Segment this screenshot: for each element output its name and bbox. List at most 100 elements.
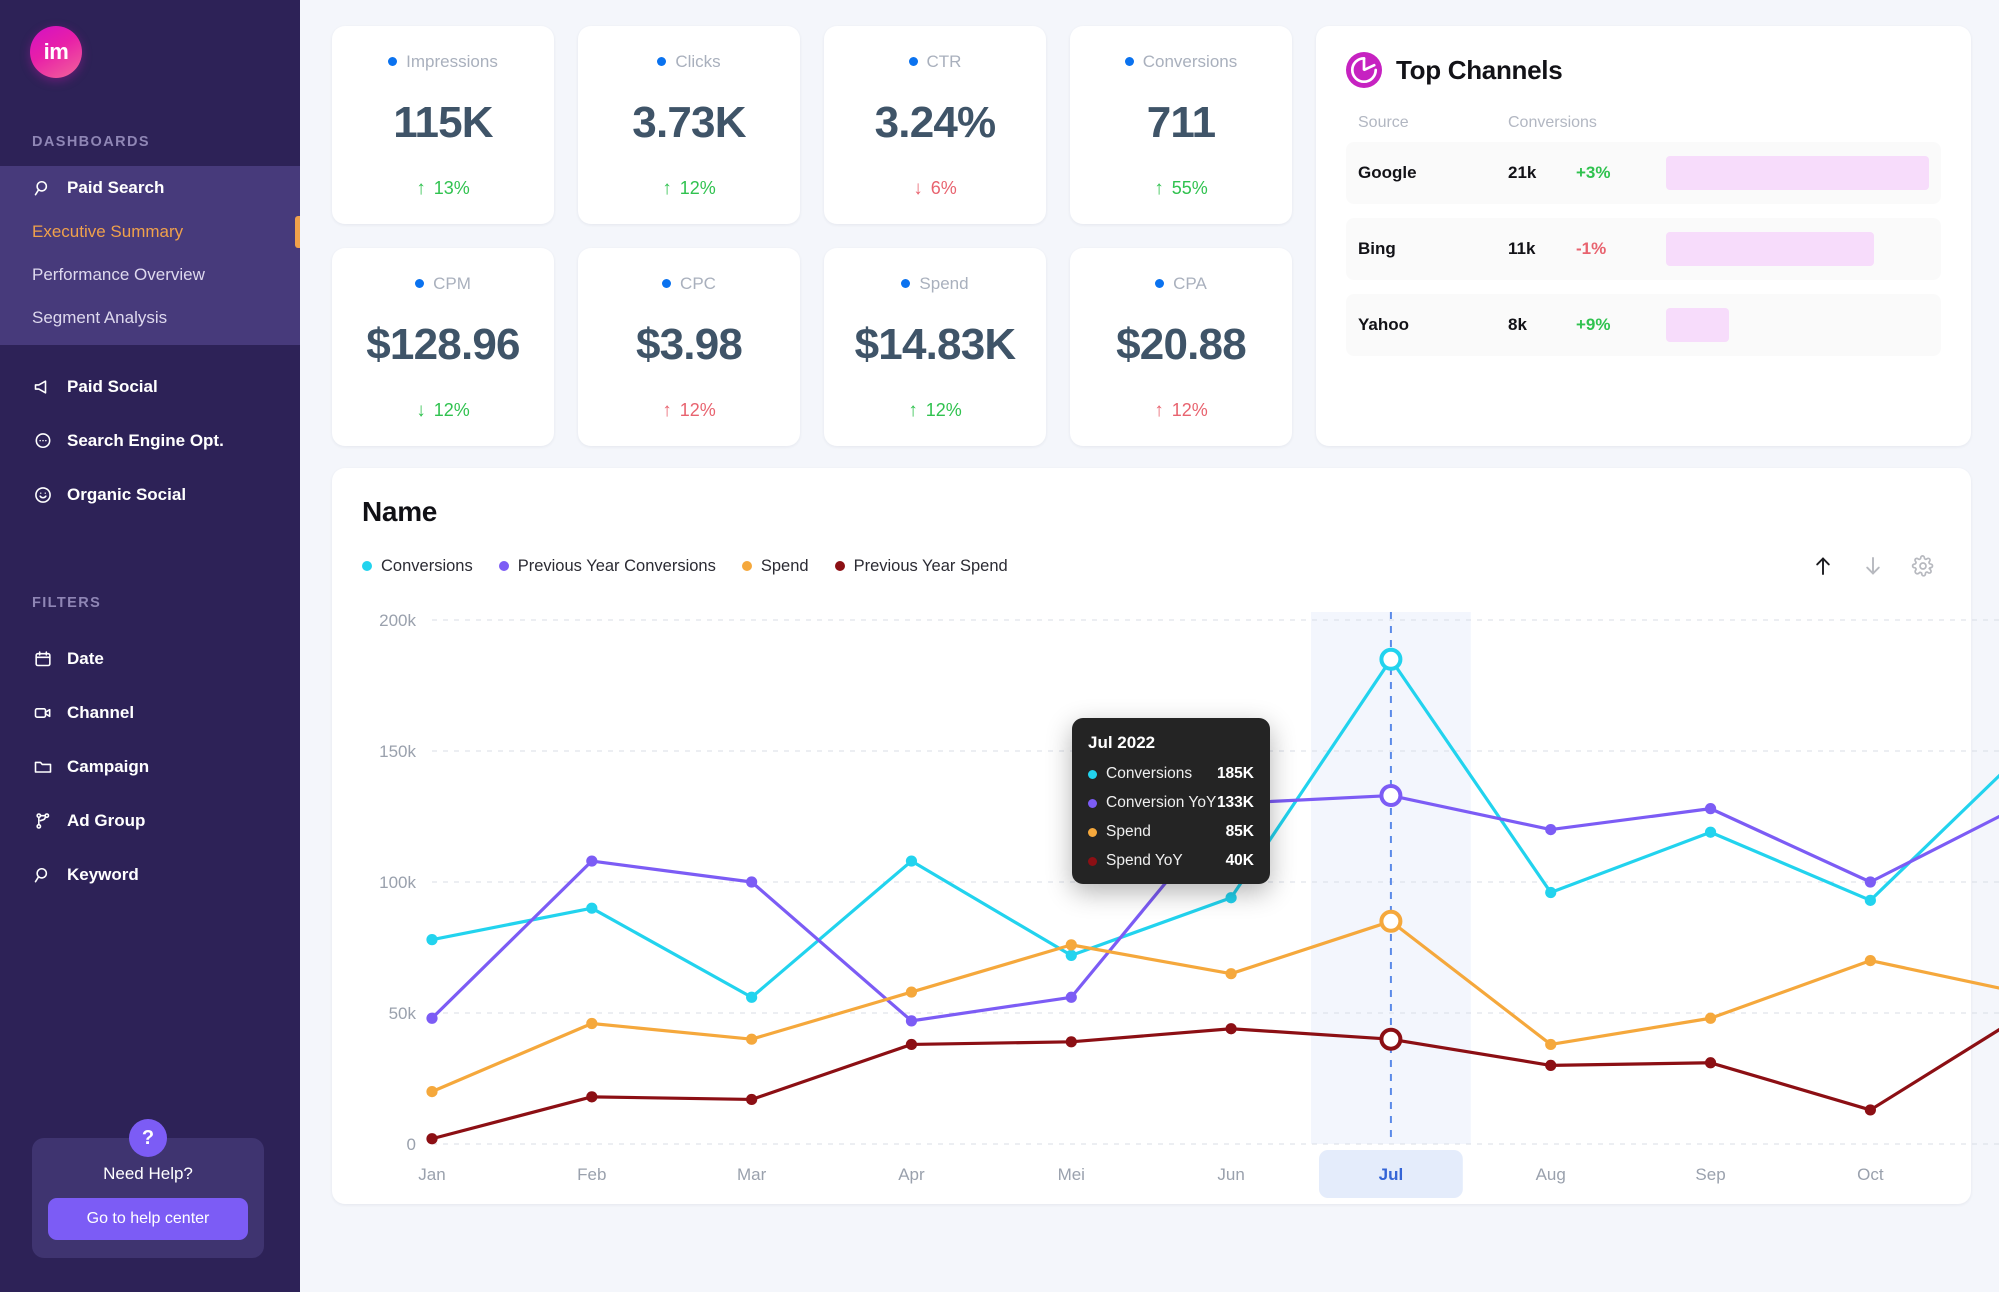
sidebar-subitem-executive-summary[interactable]: Executive Summary xyxy=(0,210,300,253)
chart-data-point[interactable] xyxy=(1545,886,1557,899)
tooltip-label: Conversions xyxy=(1106,765,1193,782)
chart-data-point[interactable] xyxy=(1545,1038,1557,1051)
chart-active-point[interactable] xyxy=(1379,909,1403,933)
kpi-label: CPC xyxy=(680,273,716,293)
chart-data-point[interactable] xyxy=(586,902,598,914)
chart-data-point[interactable] xyxy=(746,1093,758,1106)
chart-data-point[interactable] xyxy=(1065,1036,1077,1048)
table-row[interactable]: Google 21k +3% xyxy=(1346,142,1941,204)
x-axis-tick-label[interactable]: Aug xyxy=(1536,1165,1566,1184)
chart-data-point[interactable] xyxy=(1864,1104,1876,1116)
sidebar-subitem-segment-analysis[interactable]: Segment Analysis xyxy=(0,296,300,339)
column-header-source: Source xyxy=(1358,114,1409,131)
chart-data-point[interactable] xyxy=(1704,1012,1717,1024)
table-row[interactable]: Yahoo 8k +9% xyxy=(1346,294,1941,356)
x-axis-tick-label[interactable]: Jul xyxy=(1379,1165,1404,1184)
sort-ascending-icon[interactable] xyxy=(1811,554,1835,578)
sort-descending-icon[interactable] xyxy=(1861,554,1885,578)
legend-item-spend[interactable]: Spend xyxy=(741,557,809,576)
chart-data-point[interactable] xyxy=(1704,826,1717,838)
sidebar-filter-date[interactable]: Date xyxy=(0,637,300,681)
tooltip-row: Conversion YoY 133K xyxy=(1088,794,1254,812)
chart-data-point[interactable] xyxy=(1704,1057,1717,1069)
chart-data-point[interactable] xyxy=(746,991,758,1003)
arrow-down-icon: ↓ xyxy=(913,177,923,199)
table-row[interactable]: Bing 11k -1% xyxy=(1346,218,1941,280)
chart-data-point[interactable] xyxy=(1065,991,1077,1003)
sidebar-subitem-performance-overview[interactable]: Performance Overview xyxy=(0,253,300,296)
kpi-card-ctr[interactable]: CTR 3.24% ↓ 6% xyxy=(824,26,1046,224)
chart-data-point[interactable] xyxy=(1225,1023,1237,1035)
chart-data-point[interactable] xyxy=(1864,876,1876,888)
metric-dot-icon xyxy=(388,57,398,66)
chart-data-point[interactable] xyxy=(746,876,758,888)
chart-data-point[interactable] xyxy=(905,1038,918,1051)
top-channels-column-headers: Source Conversions xyxy=(1346,114,1941,142)
kpi-card-cpc[interactable]: CPC $3.98 ↑ 12% xyxy=(578,248,800,446)
kpi-label-row: CPA xyxy=(1155,274,1207,294)
kpi-card-impressions[interactable]: Impressions 115K ↑ 13% xyxy=(332,26,554,224)
chart-data-point[interactable] xyxy=(586,855,598,867)
chart-data-point[interactable] xyxy=(905,986,918,998)
x-axis-tick-label[interactable]: Sep xyxy=(1695,1165,1725,1184)
legend-swatch-icon xyxy=(834,561,845,571)
legend-item-previous-year-spend[interactable]: Previous Year Spend xyxy=(834,557,1008,576)
chart-series-line xyxy=(430,919,1999,1094)
kpi-label-row: CPC xyxy=(662,274,716,294)
kpi-grid-row-1: Impressions 115K ↑ 13% Clicks 3.73K ↑ 12… xyxy=(332,26,1292,224)
gear-icon[interactable] xyxy=(1911,554,1935,578)
chart-data-point[interactable] xyxy=(746,1033,758,1045)
tooltip-value: 133K xyxy=(1216,794,1254,811)
chart-data-point[interactable] xyxy=(1545,824,1557,836)
chart-data-point[interactable] xyxy=(1864,894,1876,906)
x-axis-tick-label[interactable]: Oct xyxy=(1857,1165,1884,1184)
app-logo[interactable]: im xyxy=(30,26,82,78)
chart-data-point[interactable] xyxy=(1065,939,1077,951)
sidebar-filter-keyword[interactable]: Keyword xyxy=(0,853,300,897)
chart-data-point[interactable] xyxy=(1545,1059,1557,1071)
kpi-card-cpm[interactable]: CPM $128.96 ↓ 12% xyxy=(332,248,554,446)
kpi-card-clicks[interactable]: Clicks 3.73K ↑ 12% xyxy=(578,26,800,224)
chart-active-point[interactable] xyxy=(1379,647,1403,671)
legend-item-conversions[interactable]: Conversions xyxy=(362,557,473,576)
sidebar-filter-ad-group[interactable]: Ad Group xyxy=(0,799,300,843)
chart-data-point[interactable] xyxy=(426,934,438,946)
sidebar-item-paid-social[interactable]: Paid Social xyxy=(0,365,300,409)
chart-data-point[interactable] xyxy=(1864,955,1876,967)
chart-data-point[interactable] xyxy=(1225,968,1237,980)
kpi-card-cpa[interactable]: CPA $20.88 ↑ 12% xyxy=(1070,248,1292,446)
chart-data-point[interactable] xyxy=(426,1133,438,1145)
kpi-card-spend[interactable]: Spend $14.83K ↑ 12% xyxy=(824,248,1046,446)
go-to-help-center-button[interactable]: Go to help center xyxy=(48,1198,248,1240)
kpi-card-conversions[interactable]: Conversions 711 ↑ 55% xyxy=(1070,26,1292,224)
chart-data-point[interactable] xyxy=(426,1012,438,1024)
sidebar-filter-channel[interactable]: Channel xyxy=(0,691,300,735)
y-axis-tick-label: 200k xyxy=(379,611,416,630)
line-chart-svg[interactable]: 0 50k 100k 150k 200k Jan Feb Mar Apr Mei Jun Jul Aug… xyxy=(362,606,1999,1206)
x-axis-tick-label[interactable]: Feb xyxy=(577,1165,606,1184)
chart-data-point[interactable] xyxy=(586,1091,598,1103)
x-axis-tick-label[interactable]: Mei xyxy=(1058,1165,1085,1184)
chart-active-point[interactable] xyxy=(1379,1027,1403,1051)
sidebar-item-organic-social[interactable]: Organic Social xyxy=(0,473,300,517)
column-header-conversions: Conversions xyxy=(1508,114,1597,131)
chart-data-point[interactable] xyxy=(1704,803,1717,815)
chat-icon xyxy=(32,430,54,452)
channel-conversions: 8k xyxy=(1508,315,1527,334)
x-axis-tick-label[interactable]: Jun xyxy=(1217,1165,1244,1184)
chart-data-point[interactable] xyxy=(1065,949,1077,961)
x-axis-tick-label[interactable]: Apr xyxy=(898,1165,925,1184)
sidebar-item-search-engine-opt[interactable]: Search Engine Opt. xyxy=(0,419,300,463)
sidebar-item-paid-search[interactable]: Paid Search xyxy=(0,166,300,210)
chart-data-point[interactable] xyxy=(586,1017,598,1030)
chart-data-point[interactable] xyxy=(905,855,918,867)
sidebar-filter-campaign[interactable]: Campaign xyxy=(0,745,300,789)
x-axis-tick-label[interactable]: Mar xyxy=(737,1165,767,1184)
sidebar-item-label: Paid Search xyxy=(67,178,165,197)
chart-data-point[interactable] xyxy=(426,1086,438,1098)
chart-data-point[interactable] xyxy=(905,1015,918,1027)
chart-data-point[interactable] xyxy=(1225,892,1237,904)
chart-active-point[interactable] xyxy=(1379,784,1403,808)
legend-item-previous-year-conversions[interactable]: Previous Year Conversions xyxy=(498,557,716,576)
x-axis-tick-label[interactable]: Jan xyxy=(418,1165,445,1184)
